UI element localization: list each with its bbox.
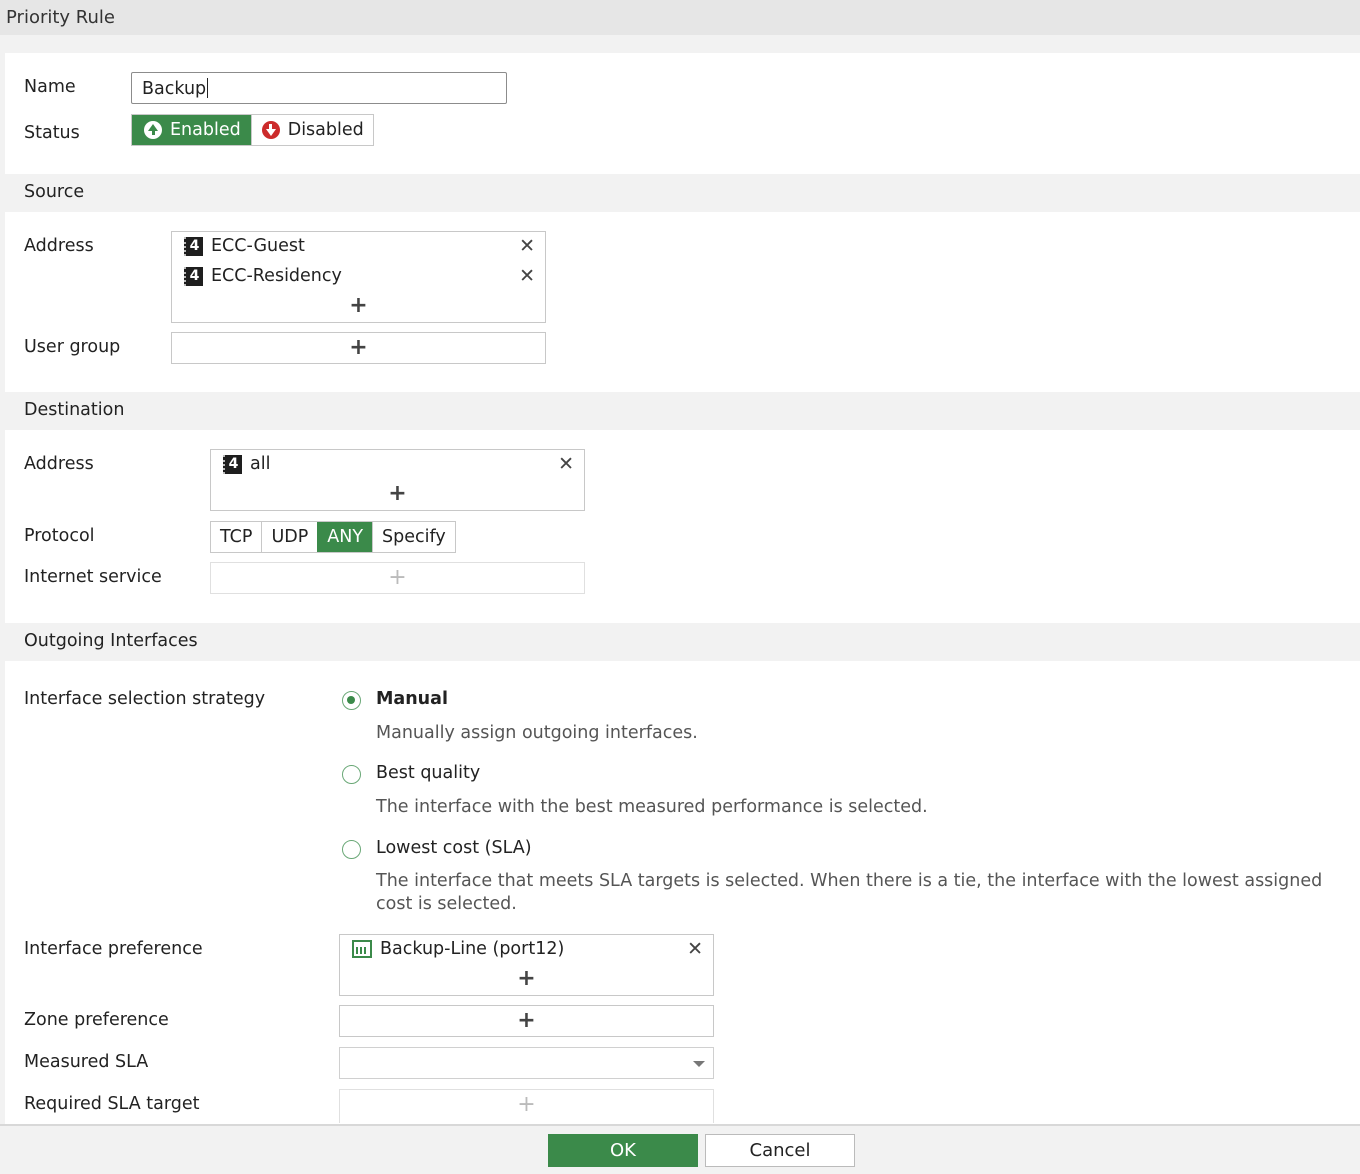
status-label: Status — [24, 123, 80, 143]
arrow-up-circle-icon — [144, 121, 162, 139]
protocol-specify-button[interactable]: Specify — [372, 522, 455, 552]
section-destination-title: Destination — [24, 400, 125, 420]
strategy-manual-desc: Manually assign outgoing interfaces. — [376, 723, 698, 743]
user-group-label: User group — [24, 337, 121, 357]
remove-close-icon[interactable]: ✕ — [519, 265, 535, 287]
titlebar-spacer — [0, 35, 1360, 53]
source-address-list[interactable]: 4 ECC-Guest ✕ 4 ECC-Residency ✕ + — [171, 231, 546, 323]
port-icon — [352, 940, 372, 958]
destination-address-label: Address — [24, 454, 94, 474]
status-toggle[interactable]: Enabled Disabled — [131, 114, 374, 146]
protocol-udp-button[interactable]: UDP — [261, 522, 318, 552]
source-address-item-1: ECC-Residency — [211, 266, 342, 286]
dialog-footer: OK Cancel — [0, 1124, 1360, 1174]
strategy-lowest-cost-radio[interactable] — [342, 840, 361, 859]
cancel-button[interactable]: Cancel — [705, 1134, 855, 1167]
protocol-any-button[interactable]: ANY — [317, 522, 373, 552]
list-item: 4 ECC-Residency — [184, 266, 342, 286]
strategy-lowest-cost-desc: The interface that meets SLA targets is … — [376, 871, 1323, 914]
dialog-titlebar: Priority Rule — [0, 0, 1360, 35]
name-input-value: Backup — [142, 79, 207, 99]
destination-address-list[interactable]: 4 all ✕ + — [210, 449, 585, 511]
chevron-down-icon — [693, 1061, 705, 1067]
interface-preference-label: Interface preference — [24, 939, 203, 959]
strategy-best-quality-radio[interactable] — [342, 765, 361, 784]
strategy-best-quality-title: Best quality — [376, 763, 481, 783]
add-plus-icon: + — [517, 1092, 536, 1117]
address-object-icon: 4 — [184, 236, 203, 256]
internet-service-label: Internet service — [24, 567, 162, 587]
user-group-list[interactable]: + — [171, 332, 546, 364]
zone-preference-list[interactable]: + — [339, 1005, 714, 1037]
status-disabled-label: Disabled — [287, 120, 364, 140]
status-enabled-label: Enabled — [170, 120, 241, 140]
status-disabled-button[interactable]: Disabled — [250, 115, 373, 145]
address-object-icon: 4 — [223, 454, 242, 474]
required-sla-label: Required SLA target — [24, 1094, 200, 1114]
status-enabled-button[interactable]: Enabled — [132, 115, 251, 145]
remove-close-icon[interactable]: ✕ — [558, 453, 574, 475]
add-plus-icon[interactable]: + — [340, 1010, 713, 1032]
measured-sla-label: Measured SLA — [24, 1052, 149, 1072]
add-plus-icon: + — [388, 565, 407, 590]
section-source-title: Source — [24, 182, 85, 202]
left-edge — [0, 53, 5, 1128]
arrow-down-circle-icon — [261, 121, 280, 139]
required-sla-list: + — [339, 1089, 714, 1123]
section-outgoing-title: Outgoing Interfaces — [24, 631, 198, 651]
interface-preference-item-0: Backup-Line (port12) — [380, 939, 565, 959]
add-plus-icon[interactable]: + — [172, 295, 545, 317]
ok-button[interactable]: OK — [548, 1134, 698, 1167]
source-address-label: Address — [24, 236, 94, 256]
list-item: 4 all — [223, 454, 270, 474]
interface-preference-list[interactable]: Backup-Line (port12) ✕ + — [339, 934, 714, 996]
internet-service-list: + — [210, 562, 585, 594]
add-plus-icon[interactable]: + — [172, 337, 545, 359]
protocol-label: Protocol — [24, 526, 95, 546]
remove-close-icon[interactable]: ✕ — [519, 235, 535, 257]
section-destination: Destination — [5, 392, 1360, 430]
strategy-lowest-cost-title: Lowest cost (SLA) — [376, 838, 532, 858]
list-item: Backup-Line (port12) — [352, 939, 564, 959]
source-address-item-0: ECC-Guest — [211, 236, 305, 256]
address-object-icon: 4 — [184, 266, 203, 286]
add-plus-icon[interactable]: + — [340, 968, 713, 990]
protocol-toggle[interactable]: TCP UDP ANY Specify — [210, 521, 456, 553]
strategy-best-quality-desc: The interface with the best measured per… — [376, 797, 928, 817]
strategy-manual-title: Manual — [376, 689, 448, 709]
section-source: Source — [5, 174, 1360, 212]
strategy-manual-radio[interactable] — [342, 691, 361, 710]
zone-preference-label: Zone preference — [24, 1010, 169, 1030]
text-caret — [207, 78, 209, 98]
name-label: Name — [24, 77, 76, 97]
measured-sla-select[interactable] — [339, 1047, 714, 1079]
strategy-label: Interface selection strategy — [24, 689, 266, 709]
list-item: 4 ECC-Guest — [184, 236, 305, 256]
destination-address-item-0: all — [250, 454, 271, 474]
dialog-title: Priority Rule — [6, 7, 115, 28]
add-plus-icon[interactable]: + — [211, 483, 584, 505]
protocol-tcp-button[interactable]: TCP — [211, 522, 262, 552]
section-outgoing-interfaces: Outgoing Interfaces — [5, 623, 1360, 661]
remove-close-icon[interactable]: ✕ — [687, 938, 703, 960]
name-input[interactable]: Backup — [131, 72, 507, 104]
